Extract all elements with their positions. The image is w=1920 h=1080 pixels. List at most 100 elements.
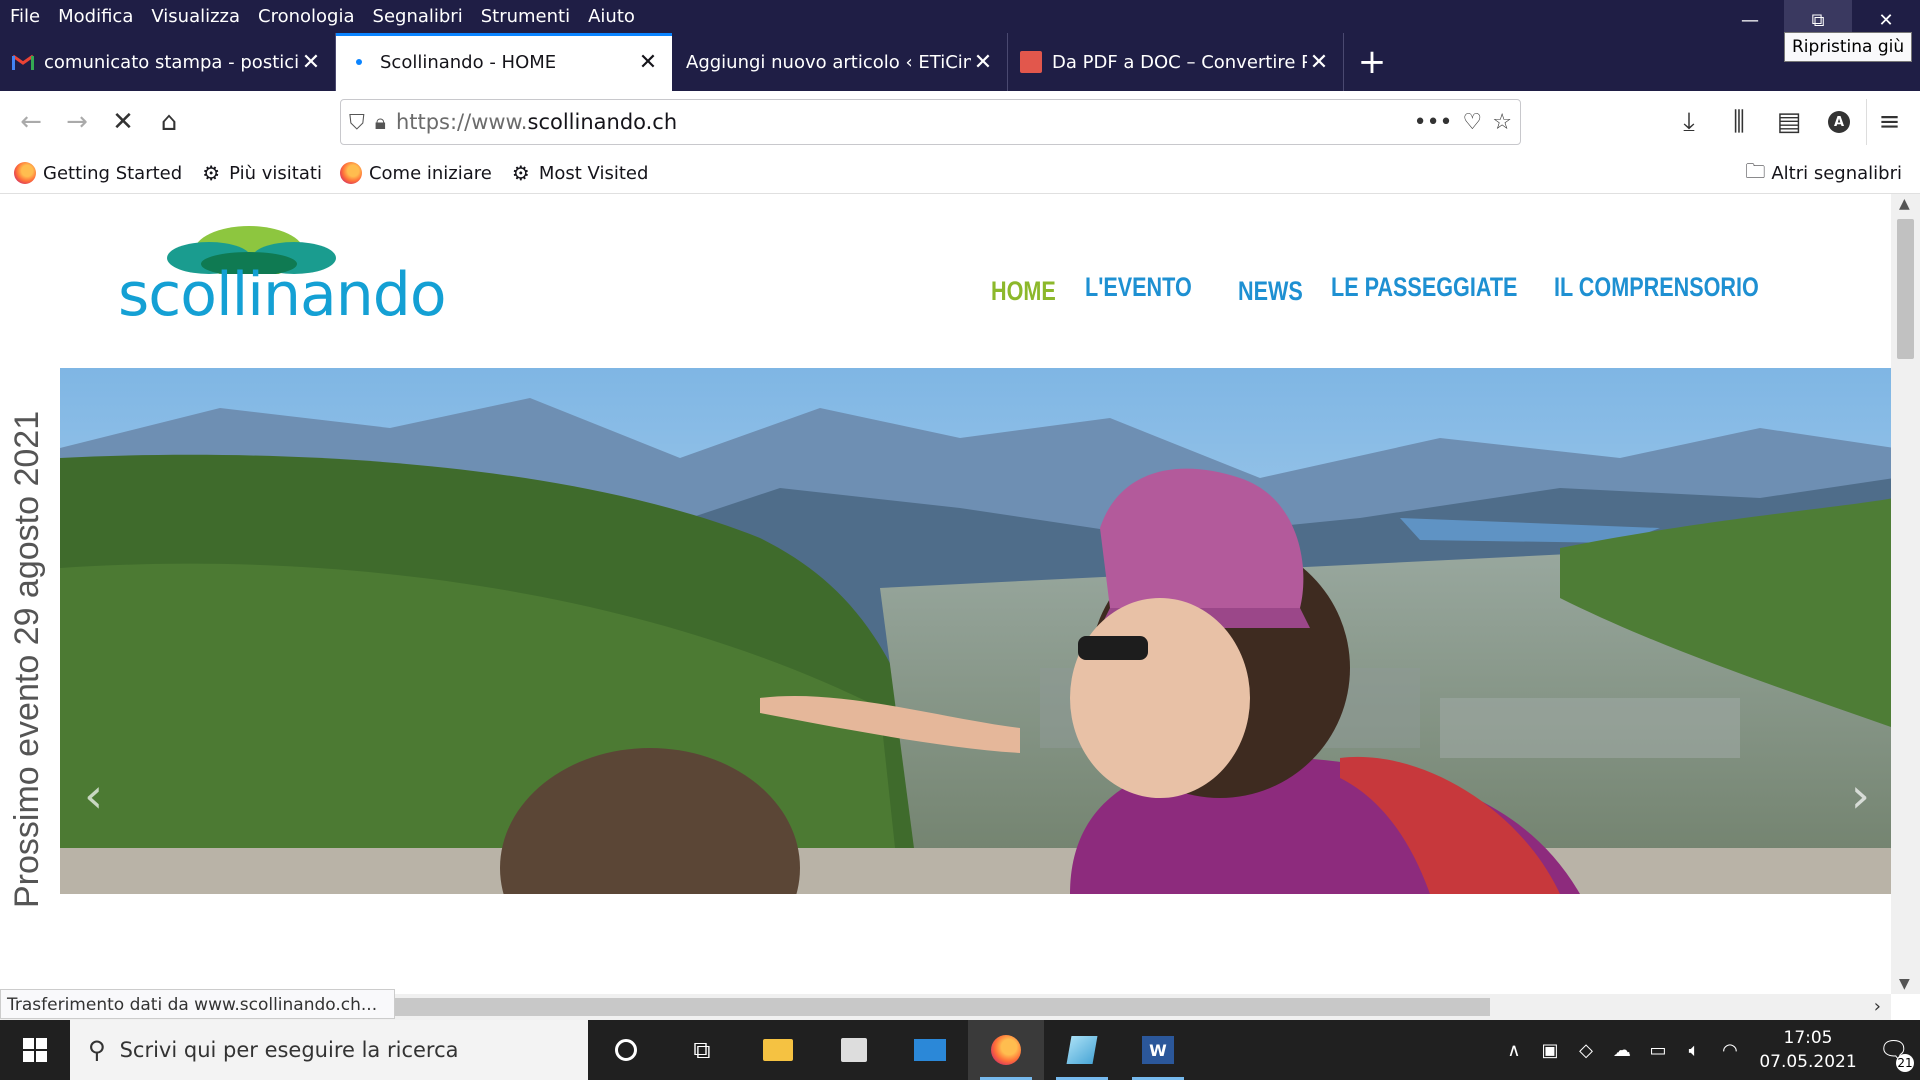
- bookmark-star-icon[interactable]: ☆: [1492, 110, 1512, 135]
- arrow-left-icon: ←: [20, 107, 42, 137]
- tab-gmail[interactable]: comunicato stampa - posticipo ✕: [0, 33, 336, 91]
- clock-time: 17:05: [1783, 1028, 1833, 1048]
- bookmark-getting-started[interactable]: Getting Started: [14, 162, 182, 184]
- battery-icon[interactable]: ▭: [1640, 1040, 1676, 1061]
- menu-segnalibri[interactable]: Segnalibri: [364, 2, 472, 32]
- page-actions-icon[interactable]: •••: [1414, 110, 1453, 135]
- volume-icon[interactable]: 🔈︎: [1676, 1040, 1712, 1061]
- menu-button[interactable]: ≡: [1866, 99, 1912, 145]
- stop-icon: ✕: [112, 107, 134, 137]
- firefox-icon: [14, 162, 36, 184]
- chevron-up-icon[interactable]: ∧: [1496, 1040, 1532, 1061]
- plus-icon: +: [1357, 42, 1387, 82]
- store-icon: [841, 1038, 867, 1062]
- sidebar-button[interactable]: ▤: [1766, 99, 1812, 145]
- home-button[interactable]: ⌂: [146, 99, 192, 145]
- nav-news[interactable]: NEWS: [1238, 276, 1303, 307]
- menu-cronologia[interactable]: Cronologia: [249, 2, 363, 32]
- close-tab-icon[interactable]: ✕: [299, 50, 323, 75]
- start-button[interactable]: [0, 1020, 70, 1080]
- bookmark-piu-visitati[interactable]: ⚙ Più visitati: [200, 161, 322, 185]
- bookmark-come-iniziare[interactable]: Come iniziare: [339, 162, 492, 184]
- restore-tooltip: Ripristina giù: [1784, 32, 1913, 62]
- menu-file[interactable]: File: [0, 2, 49, 32]
- gmail-icon: [12, 51, 34, 73]
- dropbox-icon[interactable]: ◇: [1568, 1040, 1604, 1061]
- tab-pdf-doc[interactable]: Da PDF a DOC – Convertire PDF ✕: [1008, 33, 1344, 91]
- slider-next-icon[interactable]: ›: [1851, 768, 1870, 824]
- vertical-scrollbar[interactable]: ▲ ▼: [1891, 194, 1920, 994]
- library-button[interactable]: ⫼: [1716, 99, 1762, 145]
- camera-icon[interactable]: ▣: [1532, 1040, 1568, 1061]
- task-view-button[interactable]: ⧉: [664, 1020, 740, 1080]
- wifi-icon[interactable]: ◠: [1712, 1040, 1748, 1061]
- folder-icon: 🗀: [1745, 158, 1766, 183]
- menu-modifica[interactable]: Modifica: [49, 2, 142, 32]
- nav-comprensorio[interactable]: IL COMPRENSORIO: [1554, 272, 1759, 303]
- search-icon: ⚲: [88, 1036, 106, 1064]
- site-logo[interactable]: scollinando: [118, 224, 447, 330]
- store-button[interactable]: [816, 1020, 892, 1080]
- gear-icon: ⚙: [202, 161, 221, 185]
- logo-text: scollinando: [118, 260, 447, 330]
- menu-strumenti[interactable]: Strumenti: [472, 2, 579, 32]
- clock[interactable]: 17:05 07.05.2021: [1748, 1026, 1868, 1074]
- tab-bar: comunicato stampa - posticipo ✕ Scollina…: [0, 33, 1920, 91]
- scroll-right-icon[interactable]: ›: [1874, 996, 1881, 1017]
- url-bar[interactable]: ⛉ 🔒︎ https://www. scollinando.ch ••• ♡ ☆: [340, 99, 1521, 145]
- mail-button[interactable]: [892, 1020, 968, 1080]
- tracking-shield-icon[interactable]: ⛉: [349, 110, 365, 135]
- system-tray: ∧ ▣ ◇ ☁ ▭ 🔈︎ ◠ 17:05 07.05.2021 🗨︎ 21: [1496, 1020, 1920, 1080]
- minimize-icon: —: [1741, 9, 1759, 31]
- vertical-scroll-thumb[interactable]: [1897, 219, 1914, 359]
- bookmark-label: Most Visited: [538, 162, 649, 184]
- close-tab-icon[interactable]: ✕: [1307, 50, 1331, 75]
- nav-home[interactable]: HOME: [991, 276, 1056, 307]
- other-bookmarks[interactable]: 🗀 Altri segnalibri: [1745, 153, 1902, 194]
- close-tab-icon[interactable]: ✕: [971, 50, 995, 75]
- pdf-doc-icon: [1020, 51, 1042, 73]
- tab-eticinfo[interactable]: Aggiungi nuovo articolo ‹ ETiCinfor ✕: [672, 33, 1008, 91]
- slider-prev-icon[interactable]: ‹: [84, 768, 103, 824]
- bookmark-most-visited[interactable]: ⚙ Most Visited: [510, 161, 649, 185]
- gear-icon: ⚙: [511, 161, 530, 185]
- account-button[interactable]: A: [1816, 99, 1862, 145]
- onedrive-icon[interactable]: ☁: [1604, 1040, 1640, 1061]
- firefox-taskbar-button[interactable]: [968, 1020, 1044, 1080]
- scroll-down-icon[interactable]: ▼: [1899, 976, 1910, 992]
- scroll-up-icon[interactable]: ▲: [1899, 196, 1910, 212]
- file-explorer-button[interactable]: [740, 1020, 816, 1080]
- cortana-icon: [615, 1039, 637, 1061]
- web-page: scollinando HOME L'EVENTO NEWS LE PASSEG…: [0, 194, 1891, 994]
- cortana-button[interactable]: [588, 1020, 664, 1080]
- notifications-button[interactable]: 🗨︎ 21: [1868, 1020, 1920, 1080]
- bookmarks-bar: Getting Started ⚙ Più visitati Come inizi…: [0, 153, 1920, 194]
- menu-bar: File Modifica Visualizza Cronologia Segn…: [0, 0, 1920, 33]
- menu-aiuto[interactable]: Aiuto: [579, 2, 644, 32]
- arrow-right-icon: →: [66, 107, 88, 137]
- hero-slider[interactable]: ‹ ›: [60, 368, 1891, 894]
- back-button[interactable]: ←: [8, 99, 54, 145]
- library-icon: ⫼: [1733, 106, 1745, 137]
- restore-icon: ⧉: [1811, 9, 1825, 31]
- close-tab-icon[interactable]: ✕: [636, 50, 660, 75]
- menu-visualizza[interactable]: Visualizza: [142, 2, 249, 32]
- nav-passeggiate[interactable]: LE PASSEGGIATE: [1331, 272, 1517, 303]
- windows-taskbar: ⚲ Scrivi qui per eseguire la ricerca ⧉ W…: [0, 1020, 1920, 1080]
- forward-button[interactable]: →: [54, 99, 100, 145]
- tab-scollinando[interactable]: Scollinando - HOME ✕: [336, 33, 672, 91]
- firefox-icon: [339, 162, 362, 184]
- downloads-button[interactable]: ⤓: [1666, 99, 1712, 145]
- app-taskbar-button[interactable]: [1044, 1020, 1120, 1080]
- url-domain: scollinando.ch: [527, 110, 678, 134]
- pocket-icon[interactable]: ♡: [1463, 110, 1483, 135]
- word-taskbar-button[interactable]: W: [1120, 1020, 1196, 1080]
- nav-evento[interactable]: L'EVENTO: [1085, 272, 1192, 303]
- taskbar-search[interactable]: ⚲ Scrivi qui per eseguire la ricerca: [70, 1020, 588, 1080]
- navigation-toolbar: ← → ✕ ⌂ ⛉ 🔒︎ https://www. scollinando.ch …: [0, 91, 1920, 153]
- task-view-icon: ⧉: [693, 1036, 711, 1064]
- stop-button[interactable]: ✕: [100, 99, 146, 145]
- loading-dot-icon: [348, 51, 370, 73]
- lock-icon[interactable]: 🔒︎: [375, 110, 386, 135]
- new-tab-button[interactable]: +: [1344, 33, 1400, 91]
